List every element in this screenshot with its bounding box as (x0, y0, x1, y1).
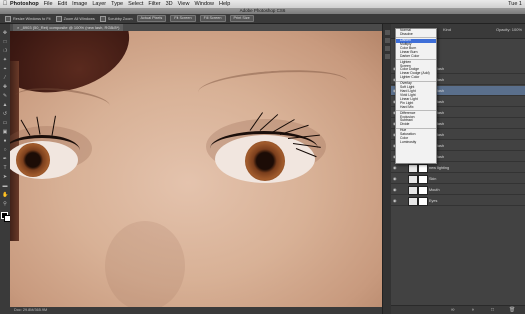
layer-row[interactable]: ◉ Skin (391, 174, 525, 184)
options-bar: Resize Windows to Fit Zoom All Windows S… (0, 14, 525, 24)
quick-select-tool-icon[interactable]: ✦ (2, 57, 8, 63)
layers-panel-footer: ∞ ◑ □ 🗑 (391, 305, 525, 314)
fit-screen-button[interactable]: Fit Screen (170, 15, 196, 22)
clone-stamp-tool-icon[interactable]: ▲ (2, 102, 8, 108)
dodge-tool-icon[interactable]: ○ (2, 147, 8, 153)
layer-name[interactable]: new lighting (429, 163, 449, 173)
layer-thumbnail[interactable] (408, 186, 418, 195)
document-tab[interactable]: × _8903 (50_Ret) composite @ 100% (new l… (13, 24, 124, 31)
actual-pixels-button[interactable]: Actual Pixels (136, 15, 167, 22)
menu-window[interactable]: Window (194, 1, 214, 7)
menu-type[interactable]: Type (111, 1, 123, 7)
scrubby-zoom-checkbox[interactable]: Scrubby Zoom (99, 15, 133, 22)
resize-windows-checkbox[interactable]: Resize Windows to Fit (5, 15, 51, 22)
nose-shadow (105, 221, 185, 307)
link-layers-icon[interactable]: ∞ (451, 307, 455, 313)
type-tool-icon[interactable]: T (2, 165, 8, 171)
lasso-tool-icon[interactable]: ❍ (2, 48, 8, 54)
visibility-eye-icon[interactable]: ◉ (393, 176, 398, 181)
visibility-eye-icon[interactable]: ◉ (393, 187, 398, 192)
menu-layer[interactable]: Layer (92, 1, 106, 7)
layer-filter-kind[interactable]: Kind (443, 27, 451, 32)
pen-tool-icon[interactable]: ✒ (2, 156, 8, 162)
blend-mode-option[interactable]: Hard Mix (396, 105, 436, 110)
healing-brush-tool-icon[interactable]: ✚ (2, 84, 8, 90)
marquee-tool-icon[interactable]: □ (2, 39, 8, 45)
adjustments-panel-icon[interactable] (385, 54, 390, 59)
blend-mode-option[interactable]: Dissolve (396, 32, 436, 37)
blend-mode-option[interactable]: Lighter Color (396, 75, 436, 80)
app-menu[interactable]: Photoshop (10, 1, 39, 7)
eyedropper-tool-icon[interactable]: ⁄ (2, 75, 8, 81)
layer-row[interactable]: ◉ new lighting (391, 163, 525, 173)
document-canvas[interactable] (10, 31, 382, 307)
zoom-tool-icon[interactable]: ⚲ (2, 201, 8, 207)
path-select-tool-icon[interactable]: ➤ (2, 174, 8, 180)
new-layer-icon[interactable]: □ (491, 307, 494, 313)
layer-thumbnail[interactable] (408, 175, 418, 184)
brush-tool-icon[interactable]: ✎ (2, 93, 8, 99)
menu-file[interactable]: File (44, 1, 53, 7)
blur-tool-icon[interactable]: ● (2, 138, 8, 144)
layer-row[interactable]: ◉ Mouth (391, 185, 525, 195)
fill-screen-button[interactable]: Fill Screen (199, 15, 226, 22)
layer-mask-thumbnail[interactable] (418, 175, 428, 184)
menu-filter[interactable]: Filter (148, 1, 160, 7)
layer-name[interactable]: Mouth (429, 185, 440, 195)
history-panel-icon[interactable] (385, 30, 390, 35)
layer-thumbnail[interactable] (408, 164, 418, 173)
add-mask-icon[interactable]: ◑ (471, 307, 474, 313)
print-size-button[interactable]: Print Size (229, 15, 254, 22)
menu-view[interactable]: View (178, 1, 190, 7)
checkbox-label: Resize Windows to Fit (13, 16, 51, 21)
shape-tool-icon[interactable]: ▬ (2, 183, 8, 189)
menu-image[interactable]: Image (72, 1, 87, 7)
move-tool-icon[interactable]: ✥ (2, 30, 8, 36)
visibility-eye-icon[interactable]: ◉ (393, 198, 398, 203)
document-tab-label: _8903 (50_Ret) composite @ 100% (new las… (20, 25, 120, 30)
blend-mode-dropdown[interactable]: Normal Dissolve Darken Multiply Color Burn Li… (395, 28, 437, 164)
blend-mode-option[interactable]: Luminosity (396, 140, 436, 145)
menubar-clock: Tue 1 (508, 1, 522, 7)
hand-tool-icon[interactable]: ✋ (2, 192, 8, 198)
opacity-label: Opacity: (495, 27, 511, 32)
document-tab-bar: × _8903 (50_Ret) composite @ 100% (new l… (10, 24, 382, 31)
checkbox-label: Zoom All Windows (63, 16, 95, 21)
history-brush-tool-icon[interactable]: ↺ (2, 111, 8, 117)
layer-mask-thumbnail[interactable] (418, 197, 428, 206)
trash-icon[interactable]: 🗑 (509, 307, 515, 313)
zoom-all-windows-checkbox[interactable]: Zoom All Windows (55, 15, 95, 22)
layer-name[interactable]: Skin (429, 174, 436, 184)
layer-row[interactable]: ◉ Eyes (391, 196, 525, 206)
layer-name[interactable]: Eyes (429, 196, 437, 206)
menu-3d[interactable]: 3D (166, 1, 173, 7)
checkbox-box (99, 15, 106, 22)
right-eyebrow (197, 65, 349, 109)
gradient-tool-icon[interactable]: ▣ (2, 129, 8, 135)
opacity-control[interactable]: Opacity: 100% (496, 27, 522, 32)
menu-bar:  Photoshop File Edit Image Layer Type S… (0, 0, 525, 8)
layer-thumbnail[interactable] (408, 197, 418, 206)
blend-mode-option[interactable]: Divide (396, 122, 436, 127)
properties-panel-icon[interactable] (385, 38, 390, 43)
layer-mask-thumbnail[interactable] (418, 164, 428, 173)
swatches-panel-icon[interactable] (385, 46, 390, 51)
menu-select[interactable]: Select (128, 1, 143, 7)
layer-mask-thumbnail[interactable] (418, 186, 428, 195)
blend-mode-option[interactable]: Darker Color (396, 54, 436, 59)
apple-icon[interactable]:  (0, 1, 10, 7)
status-bar: Doc: 29.8M/365.9M (10, 307, 382, 314)
checkbox-box (5, 15, 11, 22)
opacity-value[interactable]: 100% (512, 27, 522, 32)
menu-help[interactable]: Help (219, 1, 230, 7)
left-eyebrow (14, 84, 111, 118)
crop-tool-icon[interactable]: ⌖ (2, 66, 8, 72)
checkbox-label: Scrubby Zoom (107, 16, 133, 21)
checkbox-box (55, 15, 62, 22)
visibility-eye-icon[interactable]: ◉ (393, 165, 398, 170)
menu-edit[interactable]: Edit (58, 1, 67, 7)
eraser-tool-icon[interactable]: ▭ (2, 120, 8, 126)
